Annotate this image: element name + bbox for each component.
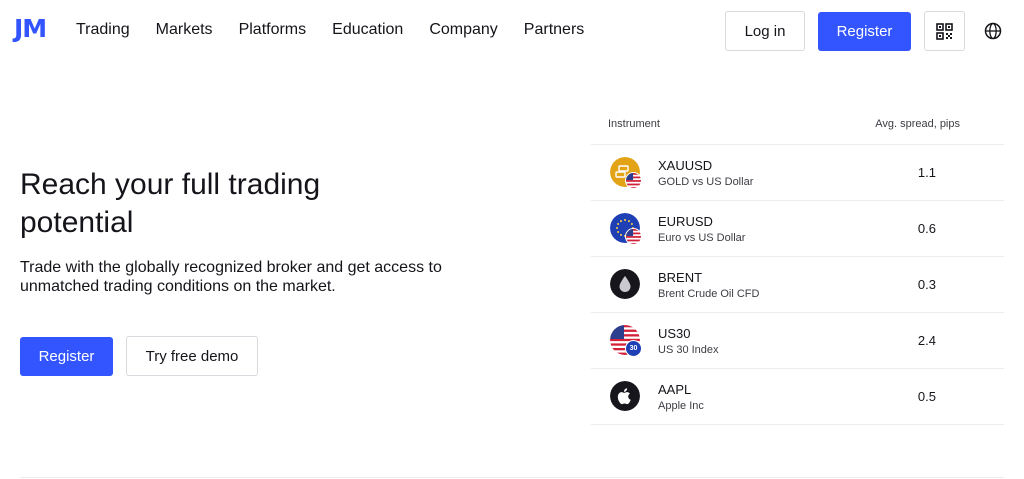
register-button-header[interactable]: Register: [818, 12, 911, 51]
instrument-spread: 1.1: [917, 165, 936, 180]
nav-markets[interactable]: Markets: [156, 21, 213, 39]
nav-company[interactable]: Company: [429, 21, 497, 39]
instrument-name: Euro vs US Dollar: [658, 232, 746, 244]
nav-education[interactable]: Education: [332, 21, 403, 39]
column-instrument: Instrument: [608, 118, 660, 130]
instrument-name: US 30 Index: [658, 344, 719, 356]
section-divider: [20, 477, 1004, 478]
instrument-symbol: AAPL: [658, 382, 692, 397]
table-row[interactable]: EURUSD Euro vs US Dollar 0.6: [591, 201, 1004, 257]
table-row[interactable]: BRENT Brent Crude Oil CFD 0.3: [591, 257, 1004, 313]
site-header: JM Trading Markets Platforms Education C…: [0, 0, 1024, 64]
instrument-symbol: XAUUSD: [658, 158, 713, 173]
apple-icon: [610, 381, 640, 411]
index-badge-label: 30: [629, 345, 638, 352]
us-flag-icon: [625, 228, 642, 245]
qr-code-icon: [936, 22, 953, 40]
nav-partners[interactable]: Partners: [524, 21, 584, 39]
instrument-spread: 0.5: [917, 389, 936, 404]
table-header: Instrument Avg. spread, pips: [591, 108, 1004, 145]
instrument-name: Apple Inc: [658, 400, 704, 412]
instrument-symbol: EURUSD: [658, 214, 713, 229]
index-badge: 30: [625, 340, 642, 357]
oil-drop-icon: [610, 269, 640, 299]
main-nav: Trading Markets Platforms Education Comp…: [76, 21, 584, 39]
us-flag-icon: [625, 172, 642, 189]
instrument-name: GOLD vs US Dollar: [658, 176, 754, 188]
nav-platforms[interactable]: Platforms: [239, 21, 307, 39]
globe-icon: [984, 22, 1002, 40]
instrument-spread: 0.3: [917, 277, 936, 292]
instrument-name: Brent Crude Oil CFD: [658, 288, 760, 300]
table-row[interactable]: AAPL Apple Inc 0.5: [591, 369, 1004, 425]
column-spread: Avg. spread, pips: [875, 118, 960, 130]
nav-trading[interactable]: Trading: [76, 21, 130, 39]
instrument-symbol: BRENT: [658, 270, 703, 285]
try-free-demo-button[interactable]: Try free demo: [126, 336, 258, 376]
qr-code-button[interactable]: [924, 11, 965, 51]
table-row[interactable]: 30 US30 US 30 Index 2.4: [591, 313, 1004, 369]
hero-subtitle: Trade with the globally recognized broke…: [20, 259, 442, 295]
table-row[interactable]: XAUUSD GOLD vs US Dollar 1.1: [591, 145, 1004, 201]
instrument-symbol: US30: [658, 326, 691, 341]
register-button-hero[interactable]: Register: [20, 337, 113, 376]
instruments-table: Instrument Avg. spread, pips XAUUSD GOLD…: [591, 108, 1004, 425]
instrument-spread: 0.6: [917, 221, 936, 236]
instrument-spread: 2.4: [917, 333, 936, 348]
language-button[interactable]: [983, 21, 1003, 41]
logo[interactable]: JM: [14, 14, 47, 43]
hero-title: Reach your full trading potential: [20, 168, 321, 239]
login-button[interactable]: Log in: [725, 11, 805, 51]
